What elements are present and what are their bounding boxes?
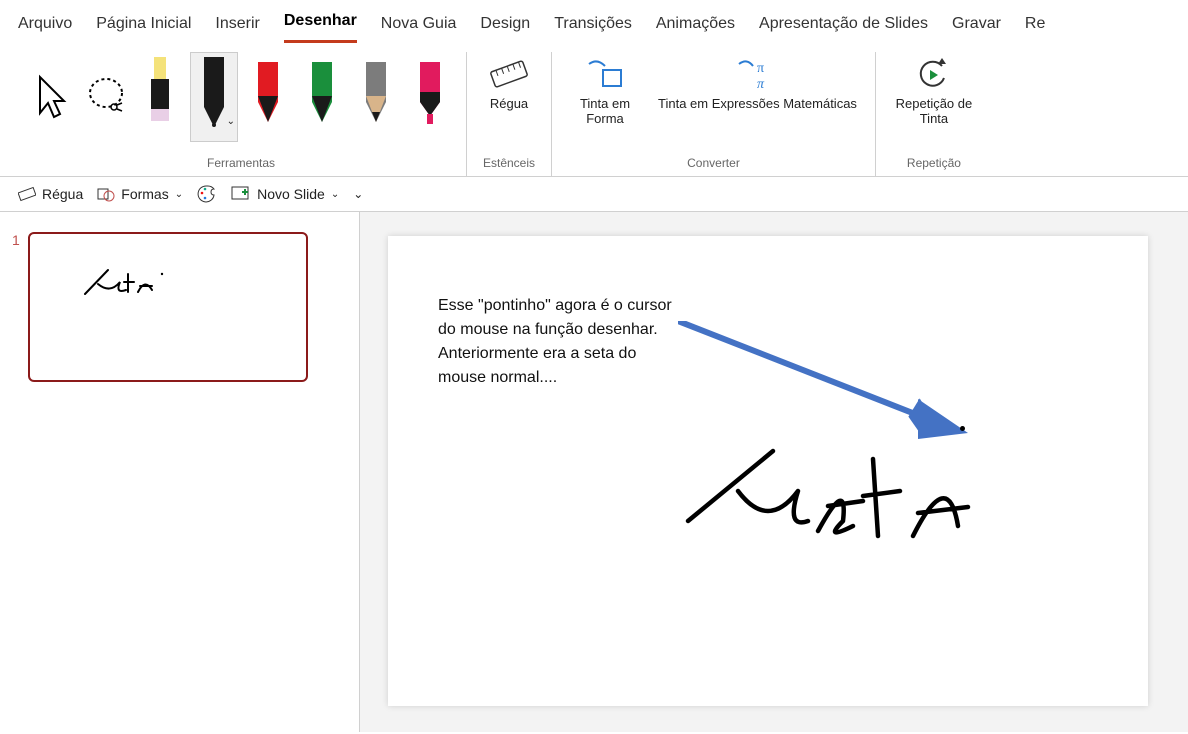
slide-thumbnails-panel: 1 [0, 212, 360, 732]
group-repeticao: Repetição de Tinta Repetição [876, 52, 992, 176]
pen-black[interactable]: ⌄ [190, 52, 238, 142]
replay-icon [914, 56, 954, 92]
tab-transicoes[interactable]: Transições [554, 11, 632, 43]
ruler-button[interactable]: Régua [479, 52, 539, 115]
ruler-label: Régua [490, 96, 528, 111]
ink-cursor-dot [960, 426, 965, 431]
palette-icon [197, 185, 217, 203]
pen-green-icon [306, 62, 338, 132]
qat-novo-slide[interactable]: Novo Slide ⌄ [231, 186, 339, 202]
ruler-icon [489, 56, 529, 92]
ink-to-math-button[interactable]: π π Tinta em Expressões Matemáticas [652, 52, 863, 115]
thumbnail-number: 1 [12, 232, 20, 248]
ink-to-shape-button[interactable]: Tinta em Forma [564, 52, 646, 130]
qat-formas-label: Formas [121, 186, 168, 202]
ink-replay-button[interactable]: Repetição de Tinta [888, 52, 980, 130]
pen-red[interactable] [244, 52, 292, 142]
tab-nova-guia[interactable]: Nova Guia [381, 11, 457, 43]
tab-arquivo[interactable]: Arquivo [18, 11, 72, 43]
annotation-text: Esse "pontinho" agora é o cursor do mous… [438, 294, 688, 390]
shapes-small-icon [97, 186, 115, 202]
ruler-small-icon [18, 186, 36, 202]
ink-to-math-label: Tinta em Expressões Matemáticas [658, 96, 857, 111]
tab-apresentacao[interactable]: Apresentação de Slides [759, 11, 928, 43]
group-label-ferramentas: Ferramentas [207, 156, 275, 170]
chevron-down-icon[interactable]: ⌄ [227, 116, 235, 127]
highlighter-pink-icon [414, 62, 446, 132]
tab-desenhar[interactable]: Desenhar [284, 8, 357, 43]
qat-regua[interactable]: Régua [18, 186, 83, 202]
lasso-tool[interactable] [82, 52, 130, 142]
group-label-converter: Converter [687, 156, 740, 170]
qat-overflow[interactable]: ⌄ [353, 187, 363, 201]
new-slide-icon [231, 186, 251, 202]
ink-replay-label: Repetição de Tinta [894, 96, 974, 126]
overflow-icon: ⌄ [353, 187, 363, 201]
tab-pagina-inicial[interactable]: Página Inicial [96, 11, 191, 43]
chevron-down-icon: ⌄ [175, 189, 183, 200]
group-label-estenceis: Estênceis [483, 156, 535, 170]
tab-design[interactable]: Design [480, 11, 530, 43]
slide-1[interactable]: Esse "pontinho" agora é o cursor do mous… [388, 236, 1148, 706]
select-tool[interactable] [28, 52, 76, 142]
tab-animacoes[interactable]: Animações [656, 11, 735, 43]
ink-to-shape-icon [585, 56, 625, 92]
group-converter: Tinta em Forma π π Tinta em Expressões M… [552, 52, 876, 176]
workspace: 1 Esse "pontinho" agora é o cursor do mo… [0, 212, 1188, 732]
slide-ink-teste [678, 441, 988, 561]
cursor-icon [34, 73, 70, 121]
slide-thumbnail-1[interactable] [28, 232, 308, 382]
pen-highlighter[interactable] [136, 52, 184, 142]
group-estenceis: Régua Estênceis [467, 52, 552, 176]
annotation-arrow [678, 321, 978, 451]
slide-canvas-area: Esse "pontinho" agora é o cursor do mous… [360, 212, 1188, 732]
lasso-icon [86, 73, 126, 121]
thumbnail-ink [80, 264, 200, 304]
group-ferramentas: ⌄ [16, 52, 467, 176]
pen-gray[interactable] [352, 52, 400, 142]
chevron-down-icon: ⌄ [331, 189, 339, 200]
pen-red-icon [252, 62, 284, 132]
tab-gravar[interactable]: Gravar [952, 11, 1001, 43]
pen-pink[interactable] [406, 52, 454, 142]
quick-access-toolbar: Régua Formas ⌄ Novo Slide ⌄ ⌄ [0, 177, 1188, 212]
qat-palette[interactable] [197, 185, 217, 203]
qat-novo-slide-label: Novo Slide [257, 186, 325, 202]
highlighter-icon [144, 57, 176, 137]
svg-text:π: π [757, 61, 764, 76]
pencil-gray-icon [360, 62, 392, 132]
ribbon: ⌄ [0, 44, 1188, 177]
qat-regua-label: Régua [42, 186, 83, 202]
qat-formas[interactable]: Formas ⌄ [97, 186, 183, 202]
pen-green[interactable] [298, 52, 346, 142]
ink-to-math-icon: π π [735, 56, 779, 92]
tab-revisao[interactable]: Re [1025, 11, 1045, 43]
svg-text:π: π [757, 77, 765, 92]
tab-inserir[interactable]: Inserir [215, 11, 259, 43]
ink-to-shape-label: Tinta em Forma [570, 96, 640, 126]
group-label-repeticao: Repetição [907, 156, 961, 170]
ribbon-tabs: Arquivo Página Inicial Inserir Desenhar … [0, 0, 1188, 44]
